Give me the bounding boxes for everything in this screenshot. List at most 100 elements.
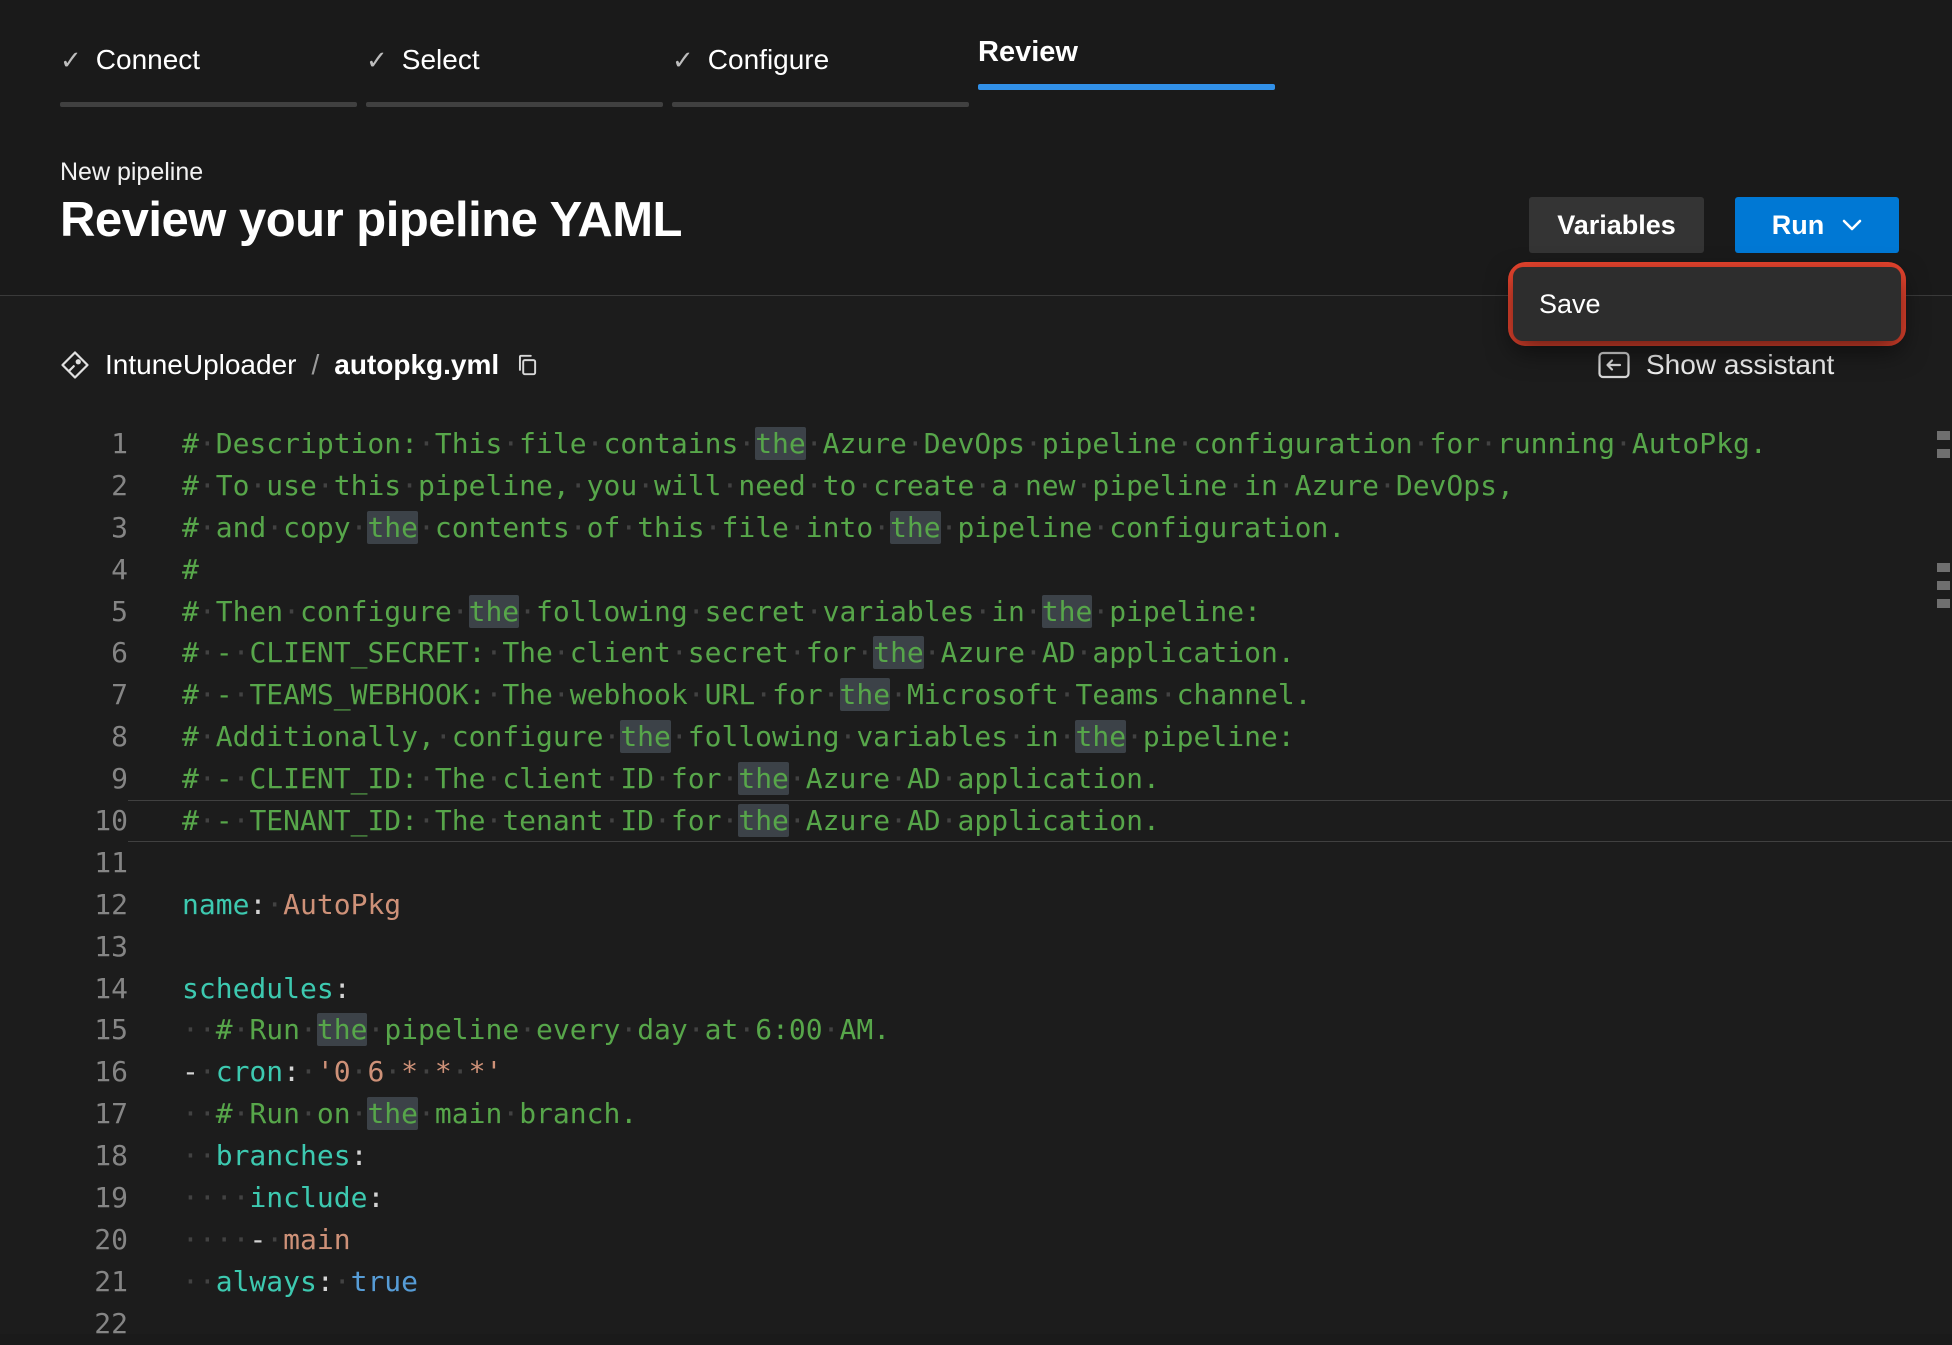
code-content[interactable] — [128, 842, 1952, 884]
code-line[interactable]: 18 ··branches: — [0, 1135, 1952, 1177]
menu-item-save[interactable]: Save — [1513, 267, 1901, 341]
wizard-step-underline — [366, 102, 663, 107]
code-line[interactable]: 11 — [0, 842, 1952, 884]
code-content[interactable]: ····-·main — [128, 1219, 1952, 1261]
code-line[interactable]: 12 name:·AutoPkg — [0, 884, 1952, 926]
wizard-step-label: Review — [978, 35, 1078, 68]
wizard-step-review[interactable]: Review — [978, 30, 1275, 107]
code-line[interactable]: 10 #·-·TENANT_ID:·The·tenant·ID·for·the·A… — [0, 800, 1952, 842]
pipelines-icon — [60, 350, 90, 380]
code-content[interactable]: #·-·CLIENT_ID:·The·client·ID·for·the·Azu… — [128, 758, 1952, 800]
wizard-step-label: ✓ Select — [366, 44, 480, 75]
line-number: 12 — [94, 887, 128, 921]
wizard-steps: ✓ Connect ✓ Select ✓ Configure Review — [60, 30, 1284, 107]
line-number: 16 — [94, 1055, 128, 1089]
ruler-mark — [1937, 599, 1950, 608]
code-content[interactable]: #·-·TEAMS_WEBHOOK:·The·webhook·URL·for·t… — [128, 674, 1952, 716]
line-number: 9 — [111, 762, 128, 796]
wizard-step-underline — [60, 102, 357, 107]
wizard-step-label: ✓ Connect — [60, 44, 201, 75]
code-content[interactable]: schedules: — [128, 968, 1952, 1010]
code-line[interactable]: 16 -·cron:·'0·6·*·*·*' — [0, 1051, 1952, 1093]
code-line[interactable]: 7 #·-·TEAMS_WEBHOOK:·The·webhook·URL·for·… — [0, 674, 1952, 716]
code-line[interactable]: 22 — [0, 1303, 1952, 1345]
line-number: 17 — [94, 1097, 128, 1131]
yaml-editor[interactable]: 1 #·Description:·This·file·contains·the·A… — [0, 423, 1952, 1340]
breadcrumb: IntuneUploader / autopkg.yml — [60, 346, 540, 384]
line-number: 18 — [94, 1139, 128, 1173]
code-content[interactable]: #·Then·configure·the·following·secret·va… — [128, 591, 1952, 633]
code-line[interactable]: 15 ··#·Run·the·pipeline·every·day·at·6:00… — [0, 1009, 1952, 1051]
panel-open-icon — [1598, 351, 1630, 379]
line-number: 3 — [111, 510, 128, 544]
run-dropdown-menu: Save — [1513, 267, 1901, 341]
code-content[interactable]: #·Description:·This·file·contains·the·Az… — [128, 423, 1952, 465]
line-number: 19 — [94, 1181, 128, 1215]
ruler-mark — [1937, 581, 1950, 590]
code-content[interactable]: # — [128, 549, 1952, 591]
code-line[interactable]: 13 — [0, 926, 1952, 968]
wizard-step-underline — [672, 102, 969, 107]
variables-button[interactable]: Variables — [1529, 197, 1704, 253]
code-content[interactable]: name:·AutoPkg — [128, 884, 1952, 926]
run-button[interactable]: Run — [1735, 197, 1899, 253]
code-content[interactable]: ··always:·true — [128, 1261, 1952, 1303]
code-line[interactable]: 6 #·-·CLIENT_SECRET:·The·client·secret·fo… — [0, 632, 1952, 674]
wizard-step-connect[interactable]: ✓ Connect — [60, 30, 357, 107]
code-line[interactable]: 4 # — [0, 549, 1952, 591]
line-number: 5 — [111, 594, 128, 628]
code-content[interactable]: ····include: — [128, 1177, 1952, 1219]
line-number: 22 — [94, 1306, 128, 1340]
code-line[interactable]: 21 ··always:·true — [0, 1261, 1952, 1303]
code-content[interactable]: ··#·Run·on·the·main·branch. — [128, 1093, 1952, 1135]
ruler-mark — [1937, 563, 1950, 572]
code-content[interactable]: #·and·copy·the·contents·of·this·file·int… — [128, 507, 1952, 549]
code-line[interactable]: 8 #·Additionally,·configure·the·following… — [0, 716, 1952, 758]
code-line[interactable]: 14 schedules: — [0, 968, 1952, 1010]
show-assistant-button[interactable]: Show assistant — [1598, 346, 1834, 384]
code-line[interactable]: 3 #·and·copy·the·contents·of·this·file·in… — [0, 507, 1952, 549]
wizard-step-select[interactable]: ✓ Select — [366, 30, 663, 107]
line-number: 7 — [111, 678, 128, 712]
ruler-mark — [1937, 431, 1950, 440]
line-number: 10 — [94, 804, 128, 838]
code-line[interactable]: 20 ····-·main — [0, 1219, 1952, 1261]
code-content[interactable]: ··branches: — [128, 1135, 1952, 1177]
line-number: 8 — [111, 720, 128, 754]
code-line[interactable]: 17 ··#·Run·on·the·main·branch. — [0, 1093, 1952, 1135]
code-content[interactable] — [128, 1303, 1952, 1345]
overview-ruler — [1937, 423, 1950, 1334]
code-content[interactable]: #·Additionally,·configure·the·following·… — [128, 716, 1952, 758]
line-number: 20 — [94, 1222, 128, 1256]
code-content[interactable]: #·-·TENANT_ID:·The·tenant·ID·for·the·Azu… — [128, 800, 1952, 842]
breadcrumb-file: autopkg.yml — [334, 349, 500, 380]
code-line[interactable]: 2 #·To·use·this·pipeline,·you·will·need·t… — [0, 465, 1952, 507]
line-number: 13 — [94, 929, 128, 963]
code-content[interactable]: -·cron:·'0·6·*·*·*' — [128, 1051, 1952, 1093]
ruler-mark — [1937, 449, 1950, 458]
copy-icon[interactable] — [514, 352, 540, 378]
code-content[interactable]: ··#·Run·the·pipeline·every·day·at·6:00·A… — [128, 1009, 1952, 1051]
line-number: 14 — [94, 971, 128, 1005]
check-icon: ✓ — [672, 45, 694, 75]
run-button-label: Run — [1771, 209, 1825, 240]
code-line[interactable]: 19 ····include: — [0, 1177, 1952, 1219]
check-icon: ✓ — [60, 45, 82, 75]
code-content[interactable]: #·-·CLIENT_SECRET:·The·client·secret·for… — [128, 632, 1952, 674]
code-content[interactable] — [128, 926, 1952, 968]
wizard-step-underline — [978, 84, 1275, 90]
page-title: Review your pipeline YAML — [60, 193, 682, 247]
code-content[interactable]: #·To·use·this·pipeline,·you·will·need·to… — [128, 465, 1952, 507]
code-line[interactable]: 5 #·Then·configure·the·following·secret·v… — [0, 591, 1952, 633]
check-icon: ✓ — [366, 45, 388, 75]
annotation-highlight: Save — [1508, 262, 1906, 346]
wizard-subtitle: New pipeline — [60, 158, 204, 186]
breadcrumb-repo: IntuneUploader — [105, 349, 297, 380]
chevron-down-icon — [1842, 219, 1862, 232]
line-number: 6 — [111, 636, 128, 670]
line-number: 21 — [94, 1264, 128, 1298]
code-line[interactable]: 9 #·-·CLIENT_ID:·The·client·ID·for·the·Az… — [0, 758, 1952, 800]
code-line[interactable]: 1 #·Description:·This·file·contains·the·A… — [0, 423, 1952, 465]
line-number: 1 — [111, 427, 128, 460]
wizard-step-configure[interactable]: ✓ Configure — [672, 30, 969, 107]
